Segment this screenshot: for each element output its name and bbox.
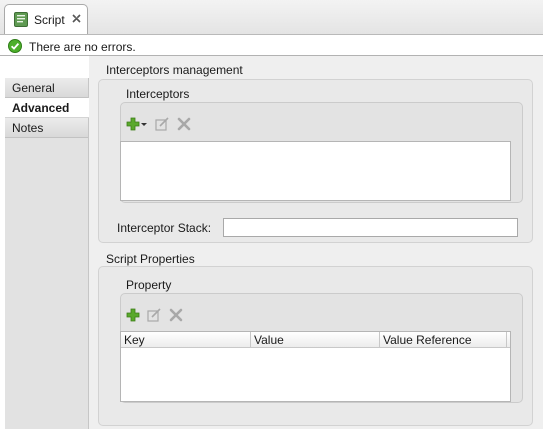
sidebar-item-notes[interactable]: Notes <box>5 118 88 138</box>
ok-check-icon <box>8 39 22 53</box>
sidebar-item-advanced[interactable]: Advanced <box>5 98 89 118</box>
sidebar-item-label: Advanced <box>12 101 70 115</box>
interceptors-title: Interceptors <box>126 87 190 101</box>
interceptors-management-title: Interceptors management <box>106 63 243 77</box>
advanced-panel: Interceptors management Interceptors Int… <box>89 56 543 429</box>
add-icon[interactable] <box>125 116 141 132</box>
validation-status: There are no errors. <box>0 35 543 56</box>
edit-icon[interactable] <box>154 116 170 132</box>
script-properties-title: Script Properties <box>106 252 195 266</box>
column-header-key[interactable]: Key <box>121 332 251 347</box>
interceptor-stack-label: Interceptor Stack: <box>117 221 212 235</box>
column-header-value[interactable]: Value <box>251 332 380 347</box>
sidebar: General Advanced Notes <box>5 78 89 429</box>
sidebar-item-general[interactable]: General <box>5 78 88 98</box>
interceptors-group <box>120 102 523 203</box>
status-message: There are no errors. <box>29 40 136 54</box>
property-group: Key Value Value Reference <box>120 293 523 403</box>
edit-icon[interactable] <box>146 307 162 323</box>
column-header-value-reference[interactable]: Value Reference <box>380 332 507 347</box>
table-header: Key Value Value Reference <box>121 332 510 348</box>
sidebar-item-label: Notes <box>12 121 44 135</box>
delete-icon[interactable] <box>168 307 184 323</box>
script-file-icon <box>14 12 28 27</box>
tab-script[interactable]: Script <box>4 4 88 34</box>
interceptor-stack-input[interactable] <box>223 218 518 237</box>
interceptors-management-group: Interceptors Interceptor Stack: <box>98 79 533 243</box>
property-table[interactable]: Key Value Value Reference <box>120 331 511 402</box>
tab-label: Script <box>34 13 65 27</box>
sidebar-item-label: General <box>12 81 55 95</box>
close-icon[interactable] <box>71 13 82 24</box>
property-title: Property <box>126 278 172 292</box>
interceptors-list[interactable] <box>120 141 511 201</box>
script-properties-group: Property Key Value Value Reference <box>98 266 533 426</box>
dropdown-arrow-icon[interactable] <box>140 116 148 132</box>
editor-tab-bar: Script <box>0 0 543 35</box>
delete-icon[interactable] <box>176 116 192 132</box>
add-icon[interactable] <box>125 307 141 323</box>
